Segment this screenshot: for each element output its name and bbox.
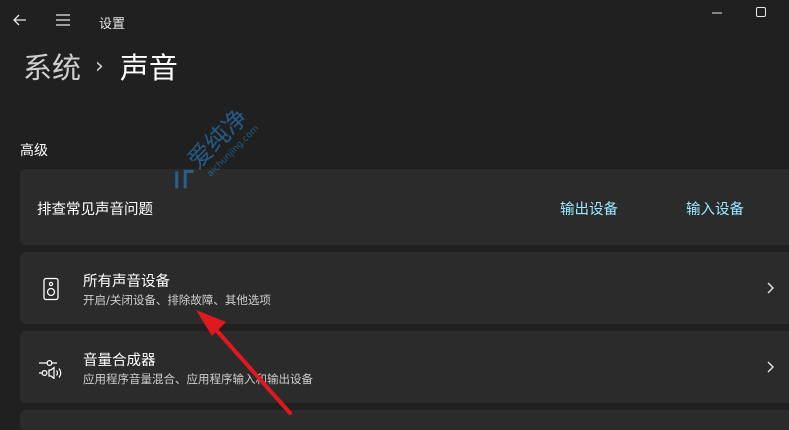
row-subtitle: 应用程序音量混合、应用程序输入和输出设备 [83, 372, 313, 386]
page-title: 声音 [119, 51, 178, 85]
svg-text:爱纯净: 爱纯净 [182, 104, 253, 175]
row-subtitle: 开启/关闭设备、排除故障、其他选项 [83, 293, 271, 307]
maximize-icon[interactable] [738, 0, 784, 24]
next-settings-row[interactable] [20, 410, 789, 430]
breadcrumb-separator-icon: › [95, 53, 104, 79]
volume-mixer-row[interactable]: 音量合成器 应用程序音量混合、应用程序输入和输出设备 [20, 331, 789, 403]
chevron-right-icon [762, 279, 778, 297]
speaker-icon [38, 276, 64, 302]
app-title: 设置 [99, 17, 126, 32]
section-heading: 高级 [20, 143, 48, 159]
breadcrumb-parent[interactable]: 系统 [23, 45, 81, 87]
output-devices-link[interactable]: 输出设备 [560, 198, 618, 219]
input-devices-link[interactable]: 输入设备 [686, 198, 744, 219]
breadcrumb: 系统 › 声音 [23, 44, 178, 88]
mixer-icon [38, 355, 64, 381]
title-bar: 设置 [0, 0, 789, 44]
minimize-icon[interactable] [694, 0, 740, 24]
row-title: 所有声音设备 [83, 274, 170, 290]
hamburger-menu-icon[interactable] [51, 8, 75, 32]
row-title: 音量合成器 [83, 353, 156, 369]
troubleshoot-label: 排查常见声音问题 [37, 202, 153, 218]
back-arrow-icon[interactable] [8, 8, 32, 32]
troubleshoot-card: 排查常见声音问题 输出设备 输入设备 [20, 169, 789, 245]
chevron-right-icon [762, 358, 778, 376]
all-sound-devices-row[interactable]: 所有声音设备 开启/关闭设备、排除故障、其他选项 [20, 252, 789, 324]
